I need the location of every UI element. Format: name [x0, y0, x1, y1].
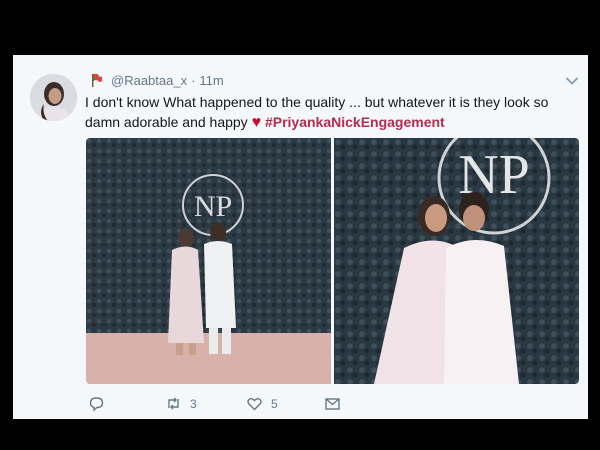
avatar[interactable] — [30, 74, 77, 121]
timestamp[interactable]: 11m — [199, 73, 223, 88]
tweet-actions: 3 5 — [88, 395, 388, 417]
like-icon — [247, 398, 262, 411]
logo-text: NP — [194, 190, 232, 223]
retweet-count: 3 — [190, 396, 197, 411]
tweet-text: I don't know What happened to the qualit… — [85, 92, 565, 133]
tweet-header: @Raabtaa_x · 11m — [90, 71, 224, 89]
heart-emoji: ♥ — [251, 114, 262, 131]
reply-button[interactable] — [88, 395, 113, 412]
photo-right[interactable]: NP — [334, 138, 579, 384]
reply-icon — [89, 397, 104, 412]
retweet-button[interactable]: 3 — [165, 395, 197, 412]
chevron-down-icon[interactable] — [565, 74, 579, 88]
media-grid: NP NP — [86, 138, 579, 384]
hashtag-link[interactable]: #PriyankaNickEngagement — [265, 114, 445, 130]
like-button[interactable]: 5 — [246, 395, 278, 412]
message-icon — [325, 398, 340, 410]
tweet-card[interactable]: @Raabtaa_x · 11m I don't know What happe… — [13, 55, 588, 419]
separator: · — [191, 72, 196, 88]
flag-icon — [92, 73, 102, 87]
message-button[interactable] — [324, 395, 349, 412]
photo-left[interactable]: NP — [86, 138, 331, 384]
like-count: 5 — [271, 396, 278, 411]
retweet-icon — [168, 397, 179, 410]
user-handle[interactable]: @Raabtaa_x — [111, 73, 187, 88]
